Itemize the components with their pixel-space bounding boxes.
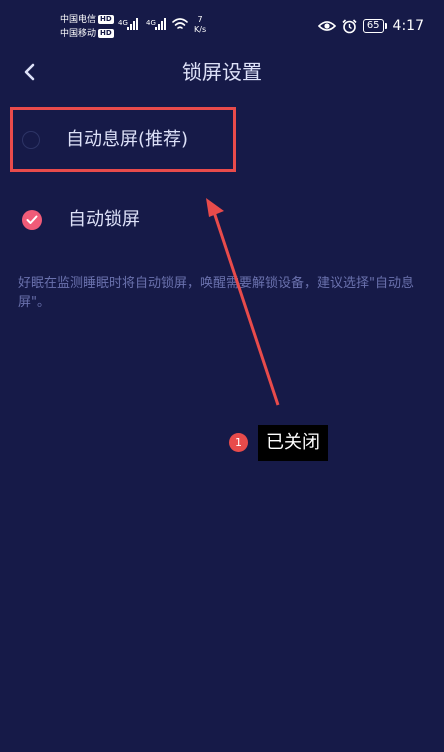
signal-icons: 4G 4G [118, 18, 188, 30]
navigation-bar: 锁屏设置 [0, 52, 444, 92]
wifi-icon [172, 18, 188, 29]
clock: 4:17 [392, 18, 424, 34]
hd-badge: HD [98, 15, 114, 24]
net-1-label: 4G [118, 19, 128, 27]
battery-indicator: 65 [362, 19, 387, 33]
radio-checked-icon[interactable] [22, 210, 42, 230]
annotation-highlight-box [10, 107, 236, 172]
option-auto-lock[interactable]: 自动锁屏 [22, 207, 140, 233]
annotation-step-badge: 1 [229, 433, 248, 452]
page-title: 锁屏设置 [182, 60, 262, 84]
back-arrow-icon[interactable] [18, 58, 42, 86]
battery-level: 65 [362, 19, 384, 33]
hd-badge: HD [98, 29, 114, 38]
status-right: 65 4:17 [317, 18, 424, 34]
network-speed: 7 K/s [194, 15, 206, 35]
alarm-icon [342, 18, 357, 33]
speed-unit: K/s [194, 25, 207, 34]
carrier-2: 中国移动 [60, 29, 97, 39]
speed-value: 7 [197, 15, 203, 24]
option-auto-lock-label: 自动锁屏 [68, 209, 140, 230]
signal-1-icon [127, 18, 138, 30]
carrier-info: 中国电信 HD 中国移动 HD [60, 13, 114, 41]
signal-2-icon [155, 18, 166, 30]
carrier-1: 中国电信 [60, 15, 97, 25]
hint-text: 好眠在监测睡眠时将自动锁屏，唤醒需要解锁设备，建议选择"自动息屏"。 [18, 276, 414, 310]
battery-tip [384, 23, 387, 29]
status-bar: 中国电信 HD 中国移动 HD 4G 4G 7 K/s 65 4:17 [0, 0, 444, 52]
net-2-label: 4G [146, 19, 156, 27]
annotation-step-label: 已关闭 [258, 425, 328, 461]
eye-icon [317, 21, 336, 31]
checkmark-icon [26, 215, 38, 224]
